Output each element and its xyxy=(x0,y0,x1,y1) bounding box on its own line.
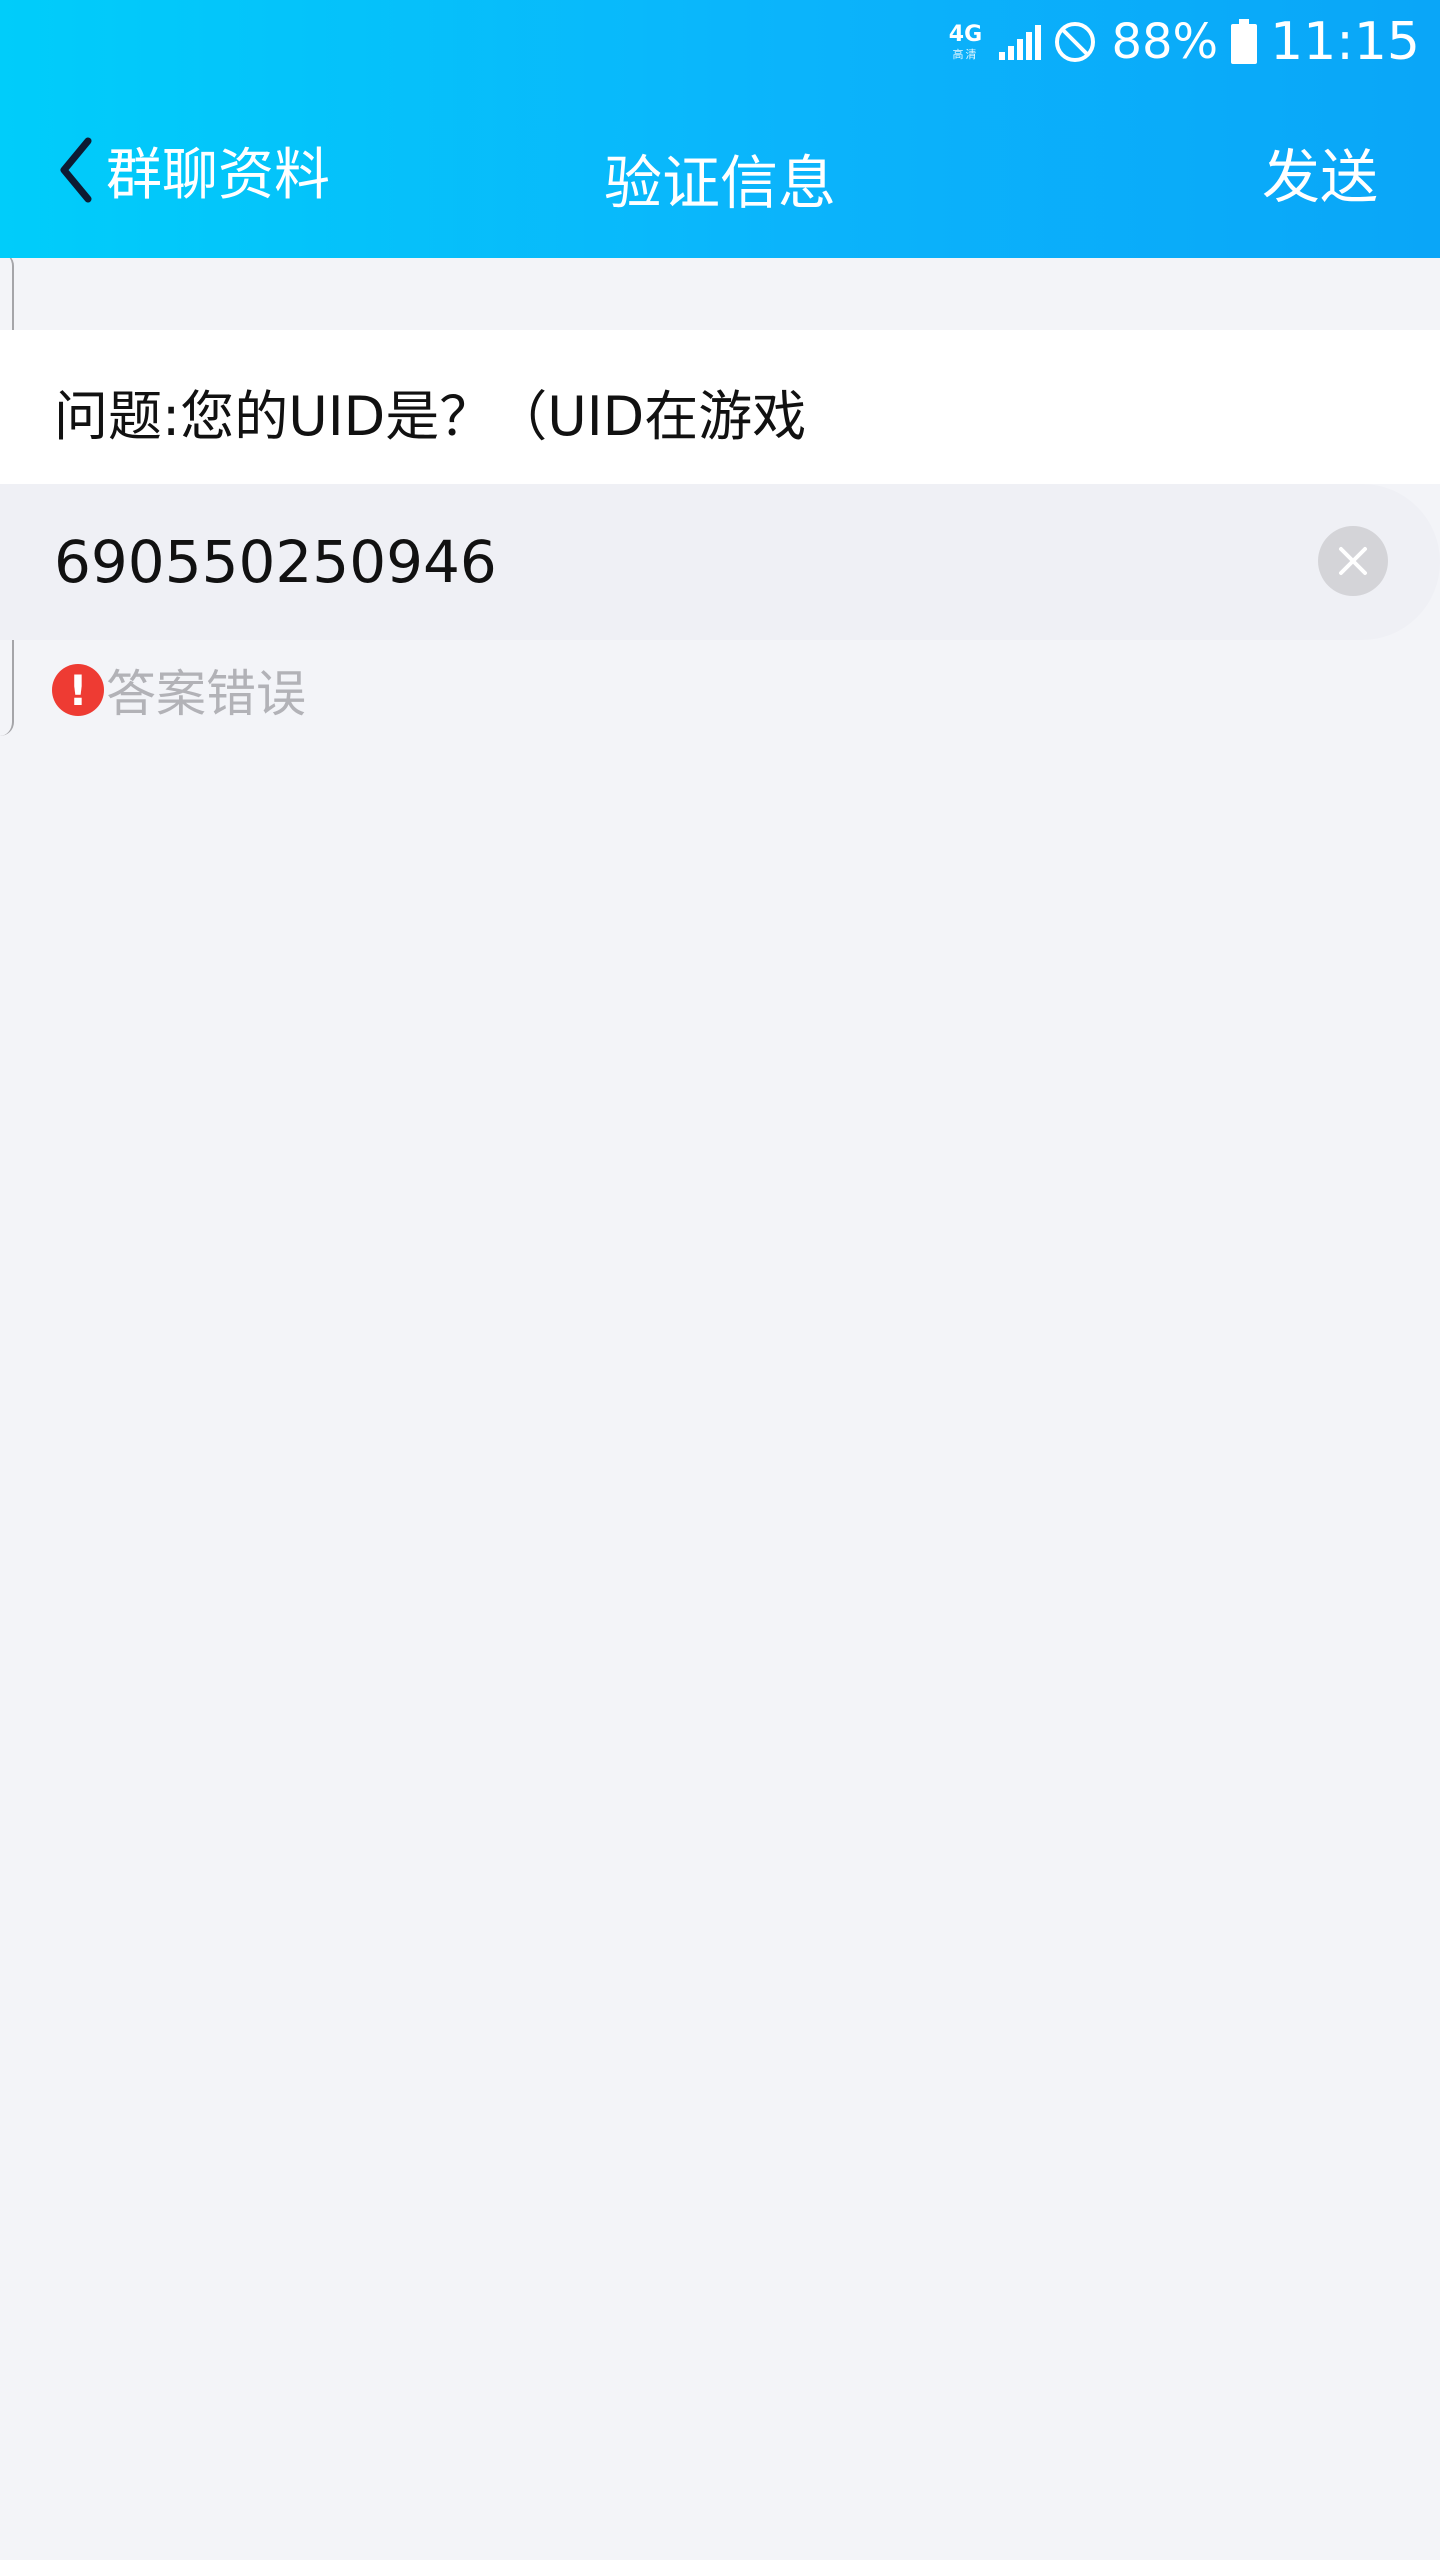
clear-icon xyxy=(1339,547,1367,575)
error-icon: ! xyxy=(52,664,104,716)
network-type-label: 4G xyxy=(948,22,983,47)
signal-icon xyxy=(999,25,1042,60)
clear-button[interactable] xyxy=(1318,526,1388,596)
network-4g-icon: 4G 高清 xyxy=(945,17,985,67)
status-bar: 4G 高清 88% 11:15 xyxy=(0,0,1440,86)
battery-percent: 88% xyxy=(1111,14,1219,70)
network-sub-label: 高清 xyxy=(952,48,979,61)
question-text: 问题:您的UID是？（UID在游戏 xyxy=(54,385,807,448)
question-row: 问题:您的UID是？（UID在游戏 xyxy=(0,330,1440,484)
error-message: ! 答案错误 xyxy=(52,660,306,723)
status-time: 11:15 xyxy=(1270,12,1420,72)
answer-input[interactable] xyxy=(54,528,1254,596)
app-header: 4G 高清 88% 11:15 群聊资料 验证信息 发送 xyxy=(0,0,1440,258)
answer-row[interactable] xyxy=(0,484,1440,640)
send-button[interactable]: 发送 xyxy=(1262,130,1378,214)
page-title: 验证信息 xyxy=(603,149,836,217)
error-text: 答案错误 xyxy=(106,665,306,723)
battery-icon xyxy=(1231,19,1258,64)
status-icons: 4G 高清 88% 11:15 xyxy=(945,12,1420,72)
do-not-disturb-icon xyxy=(1055,22,1096,62)
